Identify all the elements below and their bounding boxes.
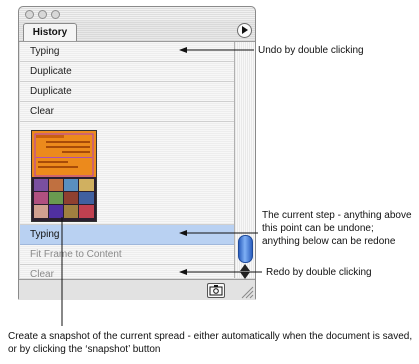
snapshot-callout: Create a snapshot of the current spread … bbox=[8, 331, 413, 355]
redo-callout: Redo by double clicking bbox=[266, 267, 372, 278]
current-step-callout: The current step - anything above this p… bbox=[262, 210, 412, 247]
undo-callout: Undo by double clicking bbox=[258, 45, 364, 56]
